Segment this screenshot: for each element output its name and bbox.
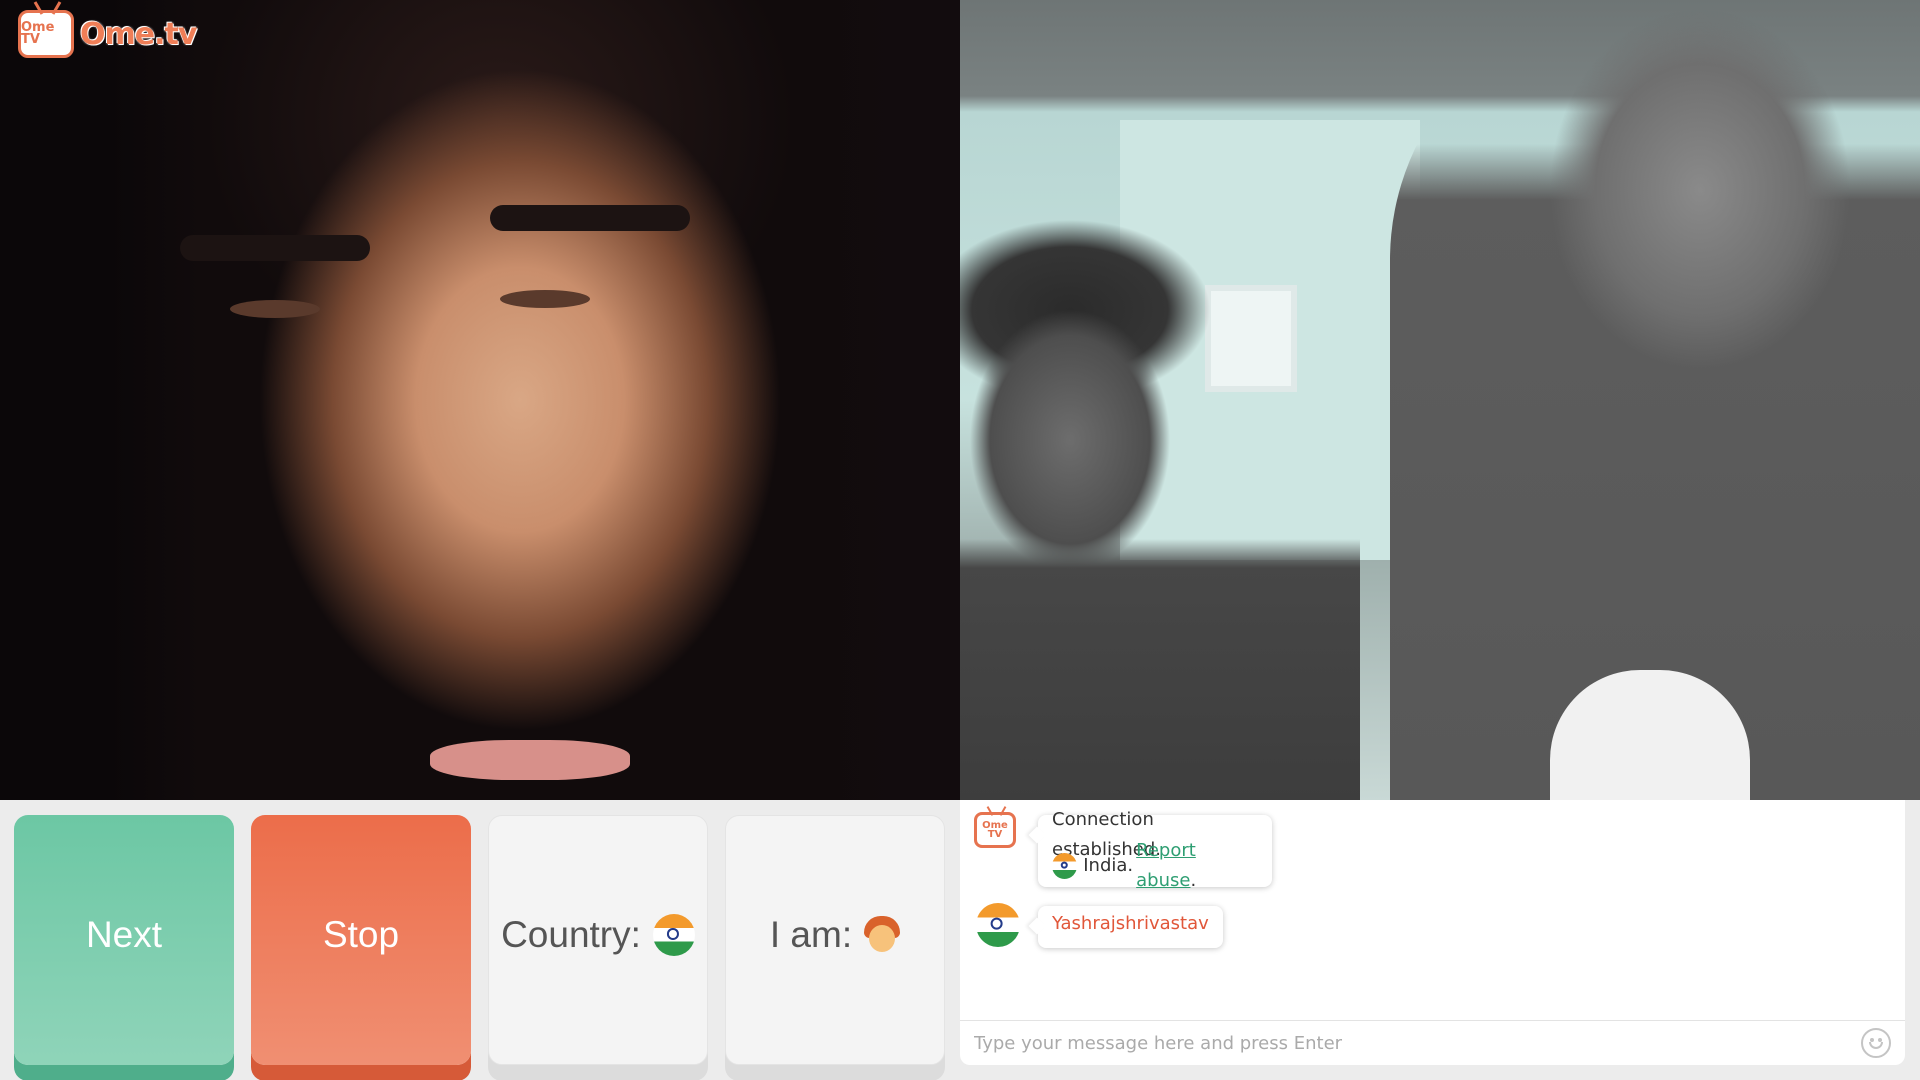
video-shadow-left bbox=[0, 0, 200, 800]
country-label: Country: bbox=[501, 914, 641, 955]
logo-icon-text: Ome TV bbox=[21, 20, 55, 47]
self-video bbox=[960, 0, 1920, 800]
chat-panel: Ome TV Connection established. India. Repo… bbox=[960, 800, 1905, 1065]
logo-text: Ome.tv bbox=[80, 16, 197, 52]
report-abuse-link[interactable]: Report abuse bbox=[1136, 840, 1196, 891]
system-avatar: Ome TV bbox=[974, 812, 1016, 848]
video-detail bbox=[500, 290, 590, 308]
video-detail bbox=[490, 205, 690, 231]
ometv-logo-icon: Ome TV bbox=[974, 812, 1016, 848]
stop-button[interactable]: Stop bbox=[251, 815, 471, 1065]
next-button-label: Next bbox=[85, 914, 163, 955]
ometv-logo-icon: Ome TV bbox=[18, 10, 74, 58]
smiley-icon[interactable] bbox=[1861, 1028, 1891, 1058]
ometv-logo[interactable]: Ome TV Ome.tv bbox=[18, 10, 197, 58]
message-input[interactable] bbox=[960, 1031, 1861, 1055]
video-detail bbox=[230, 300, 320, 318]
video-detail bbox=[960, 220, 1360, 800]
chat-input-bar bbox=[960, 1020, 1905, 1065]
video-shadow-right bbox=[820, 0, 960, 800]
video-detail bbox=[180, 235, 370, 261]
stranger-avatar bbox=[976, 903, 1020, 951]
country-selector[interactable]: Country: bbox=[488, 815, 708, 1065]
boy-face-icon bbox=[864, 916, 901, 954]
link-suffix: . bbox=[1190, 869, 1197, 891]
gender-label: I am: bbox=[769, 914, 853, 955]
gender-selector[interactable]: I am: bbox=[725, 815, 945, 1065]
stranger-video bbox=[0, 0, 960, 800]
india-flag-icon bbox=[976, 903, 1020, 947]
stranger-message-text: Yashrajshrivastav bbox=[1052, 913, 1209, 934]
stop-button-label: Stop bbox=[322, 914, 400, 955]
next-button[interactable]: Next bbox=[14, 815, 234, 1065]
stranger-country-text: India. bbox=[1083, 854, 1134, 876]
india-flag-icon bbox=[1052, 852, 1078, 879]
system-message: Connection established. India. Report abu… bbox=[1038, 809, 1272, 891]
video-detail bbox=[430, 740, 630, 780]
stranger-message: Yashrajshrivastav bbox=[1038, 906, 1223, 948]
india-flag-icon bbox=[652, 914, 695, 956]
